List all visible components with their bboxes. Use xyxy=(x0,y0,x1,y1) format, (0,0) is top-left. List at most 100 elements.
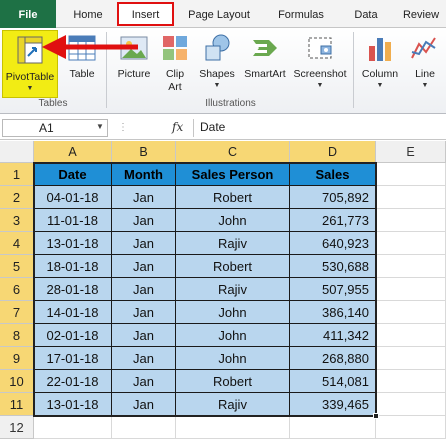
header-cell[interactable]: Sales Person xyxy=(176,163,290,186)
table-cell[interactable]: John xyxy=(176,324,290,347)
table-cell[interactable]: Jan xyxy=(112,255,176,278)
table-cell[interactable]: 17-01-18 xyxy=(34,347,112,370)
table-cell[interactable]: 14-01-18 xyxy=(34,301,112,324)
empty-cell[interactable] xyxy=(376,393,446,416)
table-cell[interactable]: 13-01-18 xyxy=(34,232,112,255)
row-header-5[interactable]: 5 xyxy=(0,255,34,278)
empty-cell[interactable] xyxy=(290,416,376,439)
column-header-d[interactable]: D xyxy=(290,141,376,163)
clip-art-button[interactable]: Clip Art xyxy=(158,28,192,98)
column-header-e[interactable]: E xyxy=(376,141,446,163)
row-header-11[interactable]: 11 xyxy=(0,393,34,416)
table-cell[interactable]: 13-01-18 xyxy=(34,393,112,416)
line-chart-button[interactable]: Line ▼ xyxy=(404,28,446,98)
row-header-4[interactable]: 4 xyxy=(0,232,34,255)
row-header-3[interactable]: 3 xyxy=(0,209,34,232)
table-cell[interactable]: 268,880 xyxy=(290,347,376,370)
name-box[interactable]: A1 xyxy=(2,119,108,137)
table-cell[interactable]: Rajiv xyxy=(176,393,290,416)
shapes-button[interactable]: Shapes ▼ xyxy=(194,28,240,98)
table-cell[interactable]: 507,955 xyxy=(290,278,376,301)
select-all-corner[interactable] xyxy=(0,141,34,163)
empty-cell[interactable] xyxy=(376,209,446,232)
row-header-1[interactable]: 1 xyxy=(0,163,34,186)
column-chart-button[interactable]: Column ▼ xyxy=(356,28,404,98)
row-header-12[interactable]: 12 xyxy=(0,416,34,439)
empty-cell[interactable] xyxy=(376,186,446,209)
empty-cell[interactable] xyxy=(376,163,446,186)
tab-page-layout[interactable]: Page Layout xyxy=(180,0,258,28)
table-cell[interactable]: 28-01-18 xyxy=(34,278,112,301)
table-cell[interactable]: 530,688 xyxy=(290,255,376,278)
table-cell[interactable]: Jan xyxy=(112,209,176,232)
table-cell[interactable]: Robert xyxy=(176,370,290,393)
table-cell[interactable]: 339,465 xyxy=(290,393,376,416)
table-cell[interactable]: 640,923 xyxy=(290,232,376,255)
table-cell[interactable]: 02-01-18 xyxy=(34,324,112,347)
tab-insert[interactable]: Insert xyxy=(117,0,174,28)
header-cell[interactable]: Sales xyxy=(290,163,376,186)
empty-cell[interactable] xyxy=(376,278,446,301)
row-header-6[interactable]: 6 xyxy=(0,278,34,301)
excel-window: File Home Insert Page Layout Formulas Da… xyxy=(0,0,446,440)
table-cell[interactable]: John xyxy=(176,301,290,324)
formula-input[interactable]: Date xyxy=(200,120,225,134)
tab-data[interactable]: Data xyxy=(344,0,388,28)
row-header-8[interactable]: 8 xyxy=(0,324,34,347)
empty-cell[interactable] xyxy=(376,255,446,278)
table-cell[interactable]: Jan xyxy=(112,301,176,324)
table-cell[interactable]: John xyxy=(176,347,290,370)
table-cell[interactable]: 705,892 xyxy=(290,186,376,209)
table-cell[interactable]: Jan xyxy=(112,324,176,347)
table-cell[interactable]: 514,081 xyxy=(290,370,376,393)
group-separator xyxy=(353,32,354,108)
row-header-2[interactable]: 2 xyxy=(0,186,34,209)
table-cell[interactable]: 411,342 xyxy=(290,324,376,347)
table-cell[interactable]: Jan xyxy=(112,278,176,301)
table-cell[interactable]: 386,140 xyxy=(290,301,376,324)
screenshot-button[interactable]: Screenshot ▼ xyxy=(290,28,350,98)
table-cell[interactable]: 18-01-18 xyxy=(34,255,112,278)
table-cell[interactable]: Robert xyxy=(176,186,290,209)
row-header-10[interactable]: 10 xyxy=(0,370,34,393)
table-cell[interactable]: Rajiv xyxy=(176,278,290,301)
tab-file[interactable]: File xyxy=(0,0,56,28)
table-cell[interactable]: 04-01-18 xyxy=(34,186,112,209)
column-header-b[interactable]: B xyxy=(112,141,176,163)
empty-cell[interactable] xyxy=(376,347,446,370)
empty-cell[interactable] xyxy=(112,416,176,439)
table-cell[interactable]: John xyxy=(176,209,290,232)
empty-cell[interactable] xyxy=(376,324,446,347)
header-cell[interactable]: Month xyxy=(112,163,176,186)
fill-handle[interactable] xyxy=(373,413,379,419)
smartart-button[interactable]: SmartArt xyxy=(240,28,290,98)
name-box-dropdown-icon[interactable]: ▼ xyxy=(96,122,104,131)
empty-cell[interactable] xyxy=(176,416,290,439)
pivottable-label: PivotTable xyxy=(5,71,55,83)
tab-home[interactable]: Home xyxy=(62,0,114,28)
table-cell[interactable]: Jan xyxy=(112,393,176,416)
insert-function-icon[interactable]: fx xyxy=(172,120,183,134)
empty-cell[interactable] xyxy=(376,416,446,439)
table-cell[interactable]: 11-01-18 xyxy=(34,209,112,232)
table-cell[interactable]: Jan xyxy=(112,347,176,370)
tab-formulas[interactable]: Formulas xyxy=(268,0,334,28)
table-cell[interactable]: Robert xyxy=(176,255,290,278)
ribbon-tabs: File Home Insert Page Layout Formulas Da… xyxy=(0,0,446,28)
table-cell[interactable]: Rajiv xyxy=(176,232,290,255)
table-cell[interactable]: Jan xyxy=(112,186,176,209)
table-cell[interactable]: 22-01-18 xyxy=(34,370,112,393)
table-cell[interactable]: 261,773 xyxy=(290,209,376,232)
empty-cell[interactable] xyxy=(376,370,446,393)
empty-cell[interactable] xyxy=(376,301,446,324)
column-header-a[interactable]: A xyxy=(34,141,112,163)
row-header-9[interactable]: 9 xyxy=(0,347,34,370)
row-header-7[interactable]: 7 xyxy=(0,301,34,324)
header-cell[interactable]: Date xyxy=(34,163,112,186)
table-cell[interactable]: Jan xyxy=(112,370,176,393)
table-cell[interactable]: Jan xyxy=(112,232,176,255)
empty-cell[interactable] xyxy=(34,416,112,439)
column-header-c[interactable]: C xyxy=(176,141,290,163)
empty-cell[interactable] xyxy=(376,232,446,255)
tab-review[interactable]: Review xyxy=(396,0,446,28)
